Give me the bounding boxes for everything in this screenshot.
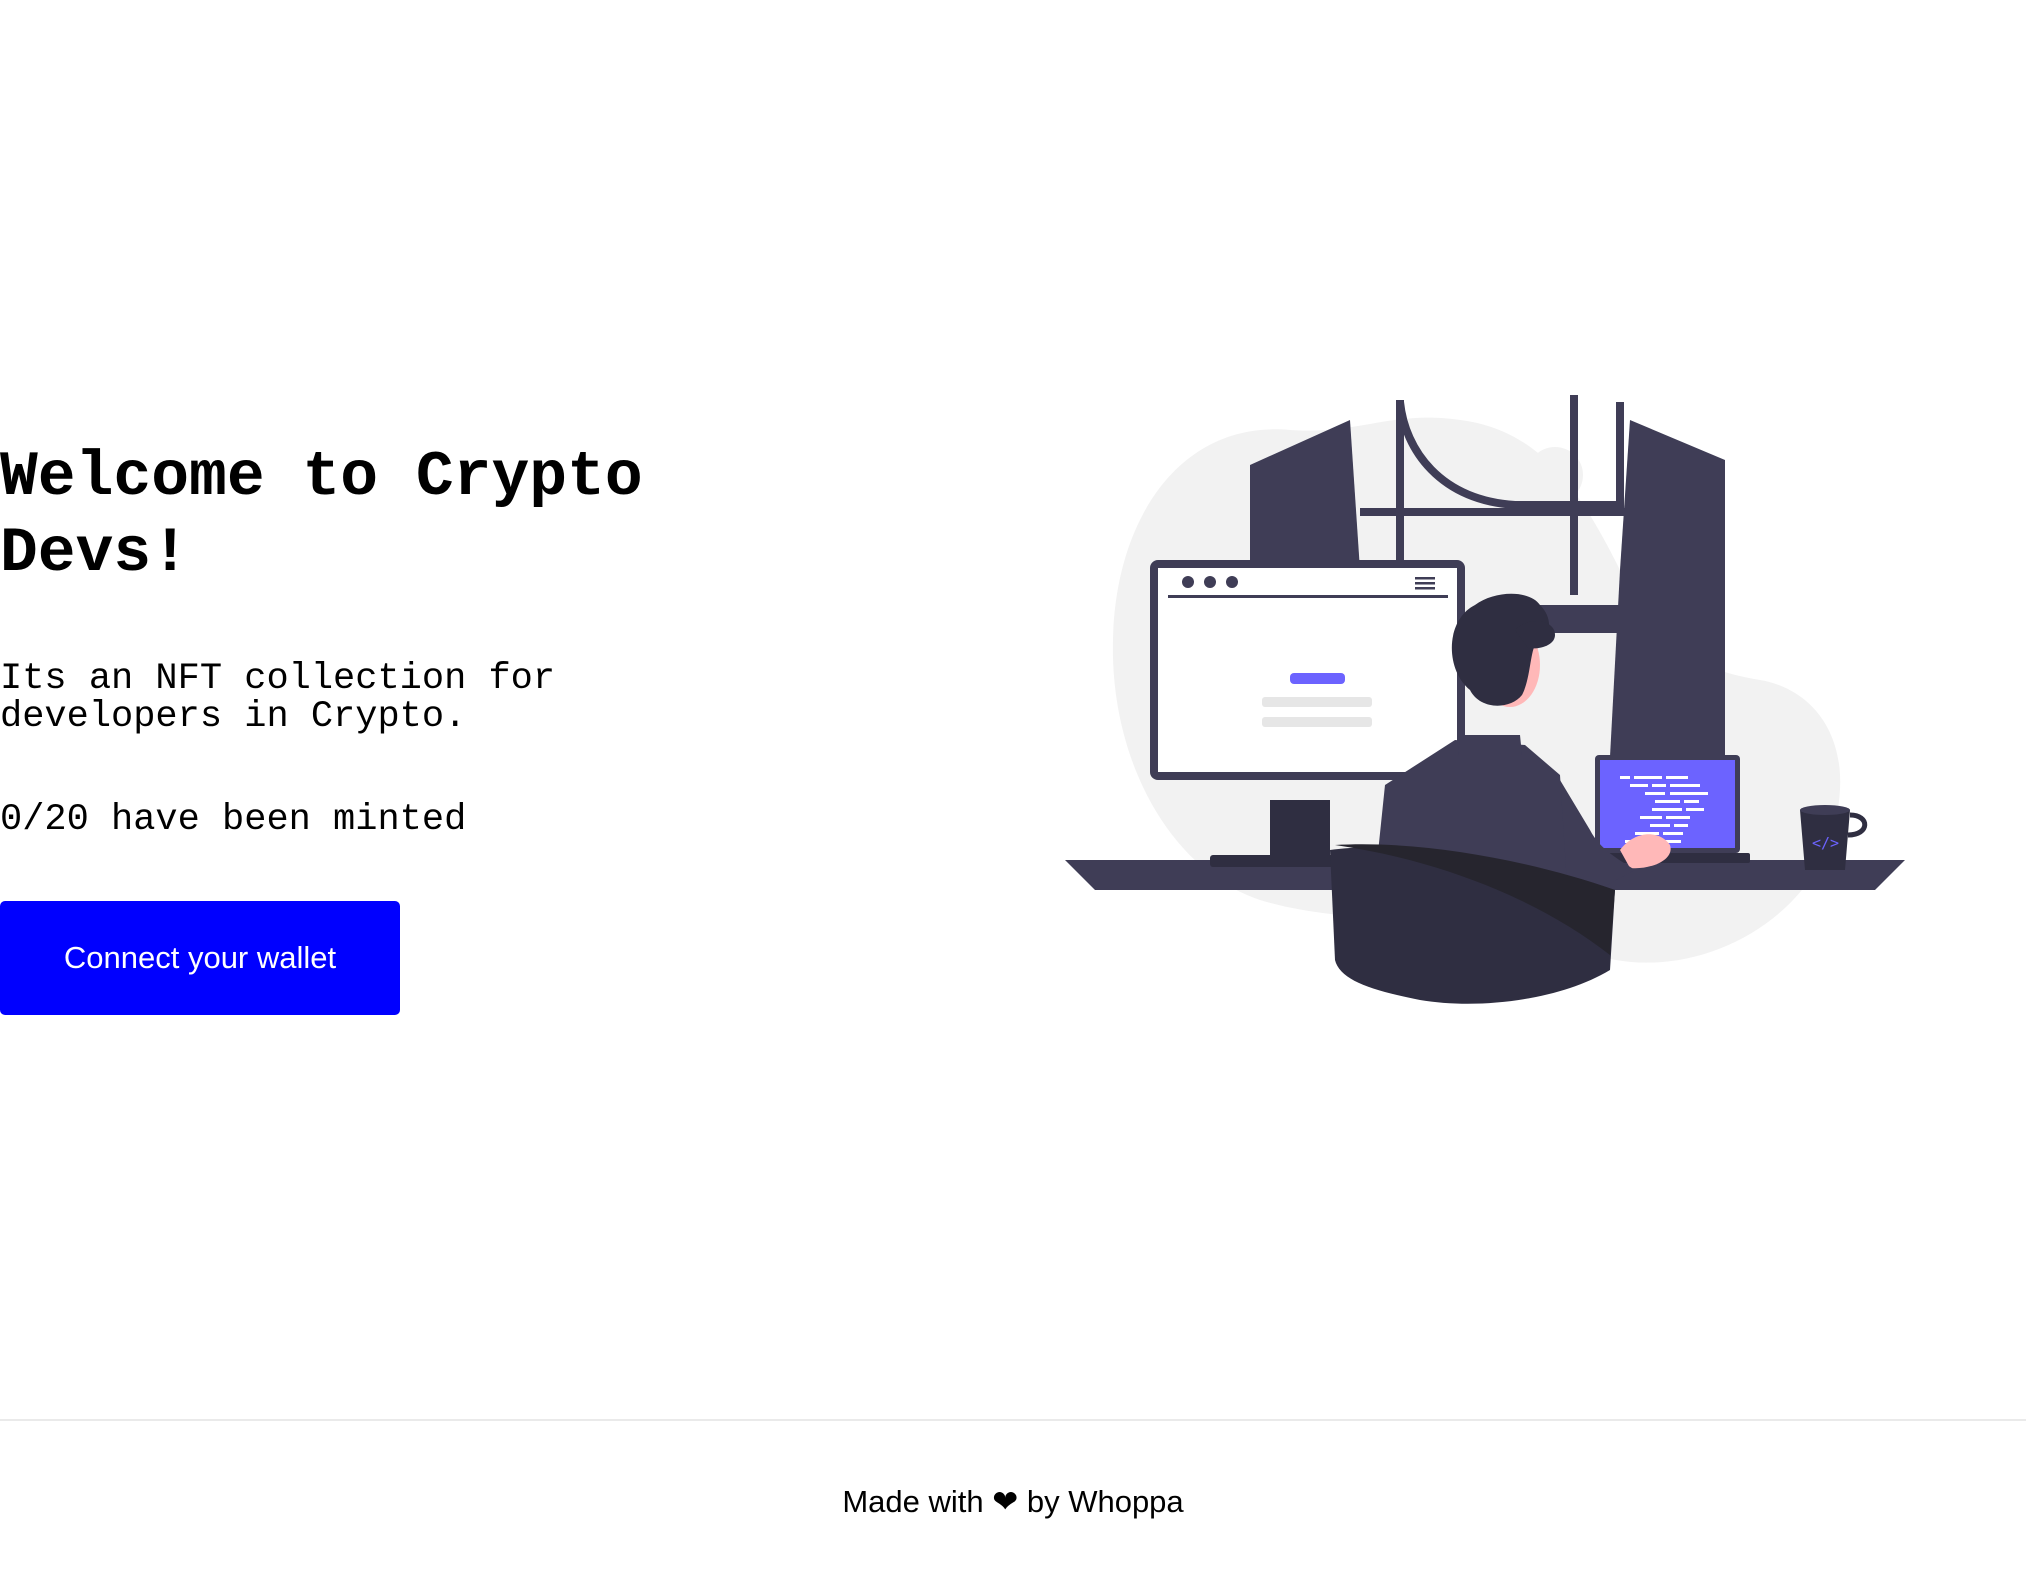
browser-bar-line xyxy=(1168,595,1448,598)
page-title: Welcome to Crypto Devs! xyxy=(0,442,643,589)
browser-dot-2 xyxy=(1204,576,1216,588)
hero-text-column: Welcome to Crypto Devs! Its an NFT colle… xyxy=(0,440,760,840)
footer-author: by Whoppa xyxy=(1026,1484,1184,1519)
page: Welcome to Crypto Devs! Its an NFT colle… xyxy=(0,0,2026,1584)
mug-top xyxy=(1800,805,1850,815)
browser-dot-1 xyxy=(1182,576,1194,588)
monitor-base xyxy=(1210,855,1340,867)
hero-section: Welcome to Crypto Devs! Its an NFT colle… xyxy=(0,0,2026,1420)
developer-at-desk-illustration: </> xyxy=(1065,395,1905,1004)
window-mullion-center xyxy=(1570,395,1578,595)
menu-line-3 xyxy=(1415,587,1435,590)
browser-dot-3 xyxy=(1226,576,1238,588)
footer-credit: Made with ❤ by Whoppa xyxy=(0,1484,2026,1520)
screen-accent-bar xyxy=(1290,673,1345,684)
connect-wallet-button[interactable]: Connect your wallet xyxy=(0,901,400,1015)
menu-line-1 xyxy=(1415,577,1435,580)
mug-code-icon: </> xyxy=(1812,834,1839,852)
monitor-screen xyxy=(1158,568,1457,772)
screen-text-line-1 xyxy=(1262,697,1372,707)
menu-line-2 xyxy=(1415,582,1435,585)
heart-icon: ❤ xyxy=(992,1484,1019,1519)
monitor-stand xyxy=(1270,800,1330,855)
footer-made-with: Made with xyxy=(842,1484,984,1519)
mug-handle xyxy=(1847,812,1868,838)
minted-count: 0/20 have been minted xyxy=(0,799,467,841)
footer: Made with ❤ by Whoppa xyxy=(0,1419,2026,1584)
hero-description: Its an NFT collection for developers in … xyxy=(0,658,556,738)
screen-text-line-2 xyxy=(1262,717,1372,727)
window-sill xyxy=(1360,508,1625,516)
person-neck xyxy=(1458,735,1522,755)
